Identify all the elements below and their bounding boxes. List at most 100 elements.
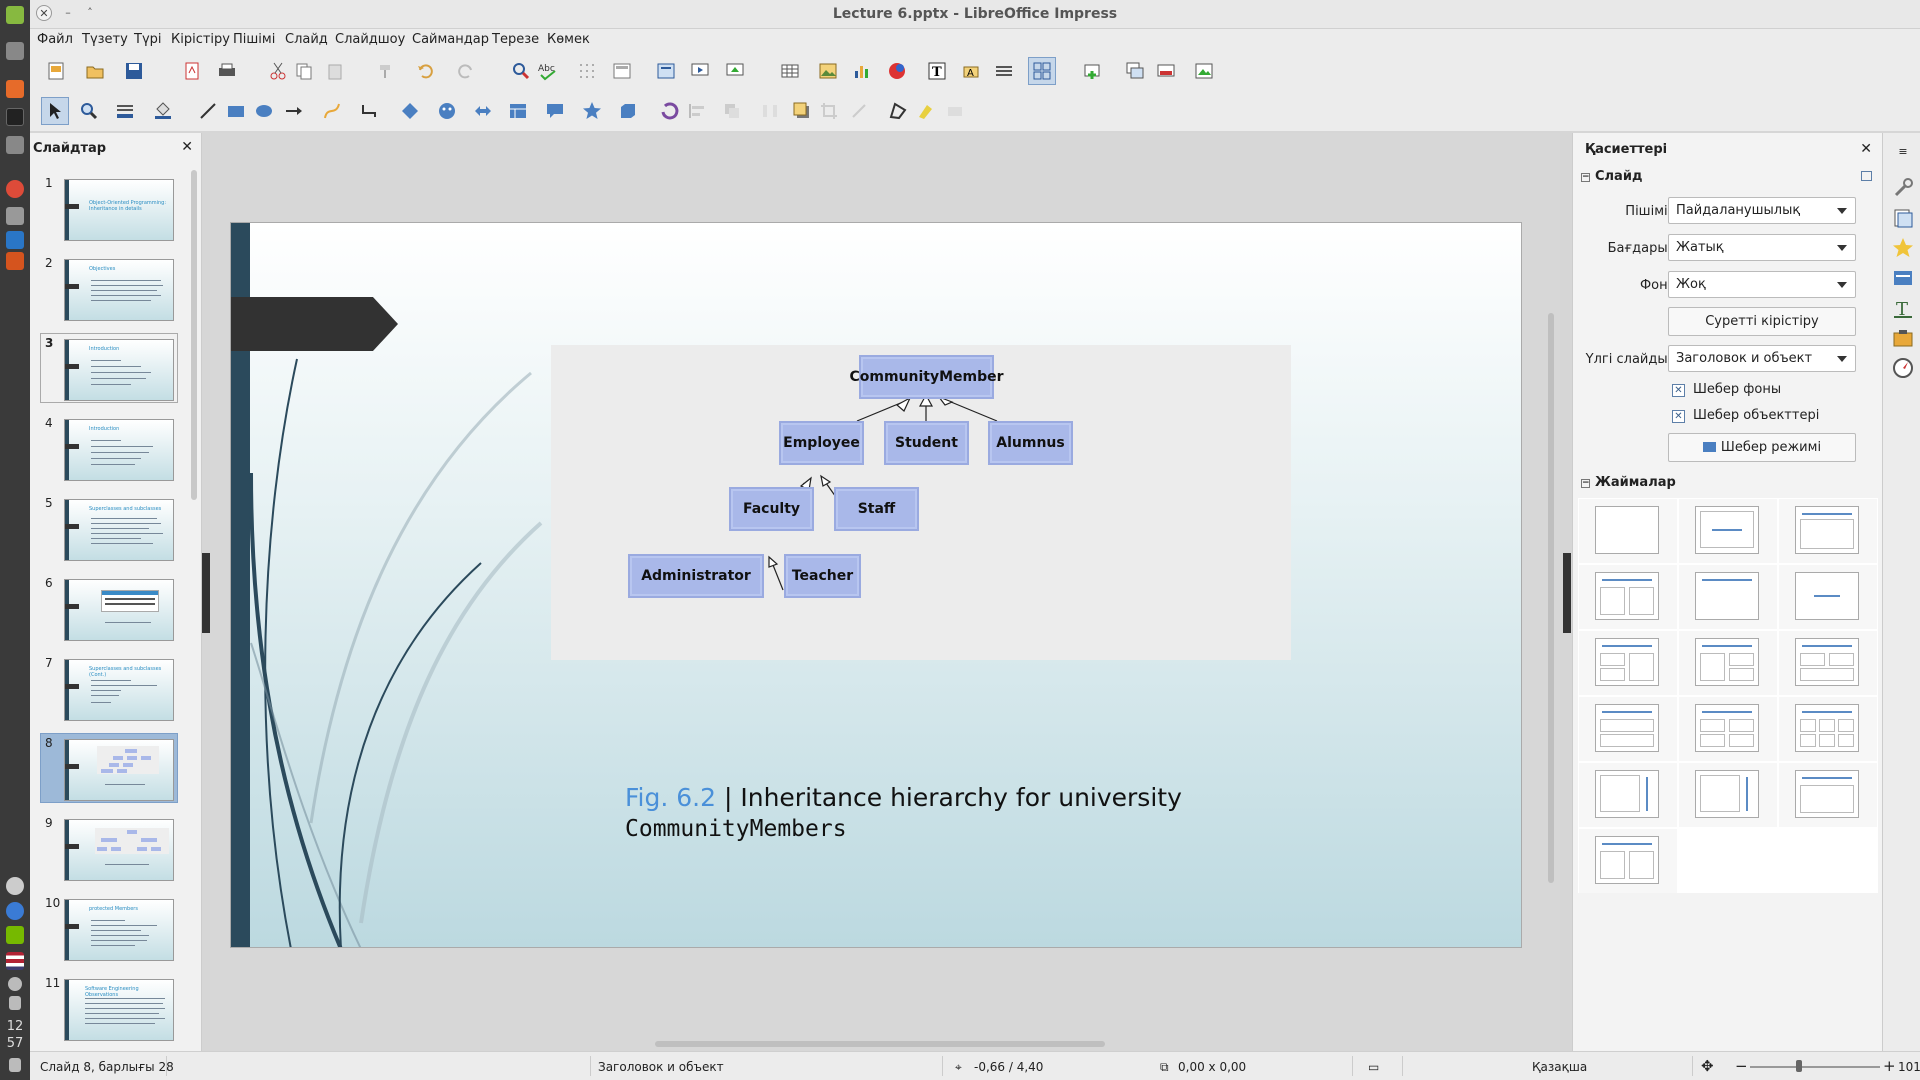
save-icon[interactable] — [122, 59, 146, 83]
master-objects-checkbox[interactable]: ✕ Шебер объекттері — [1672, 408, 1819, 423]
table-icon[interactable] — [778, 59, 802, 83]
slide-caption[interactable]: Fig. 6.2 | Inheritance hierarchy for uni… — [625, 783, 1182, 844]
layout-title-only[interactable] — [1679, 499, 1777, 563]
export-pdf-icon[interactable] — [180, 59, 204, 83]
find-replace-icon[interactable] — [509, 59, 533, 83]
slide-section-header[interactable]: − Слайд — [1581, 169, 1642, 184]
slide-thumbnail-6[interactable]: 6 — [40, 573, 178, 643]
layout-title-2-content-content[interactable] — [1579, 631, 1677, 695]
slide-thumbnail-8[interactable]: 8 — [40, 733, 178, 803]
slide-thumbnail-1[interactable]: 1 Object-Oriented Programming: Inheritan… — [40, 173, 178, 243]
orientation-select[interactable]: Жатық — [1668, 234, 1856, 261]
terminal-icon[interactable] — [6, 108, 24, 126]
custom-animation-icon[interactable] — [1892, 237, 1914, 259]
background-select[interactable]: Жоқ — [1668, 271, 1856, 298]
menu-slideshow[interactable]: Слайдшоу — [335, 32, 405, 47]
layout-title-vertical-text[interactable] — [1779, 763, 1877, 827]
firefox-icon[interactable] — [6, 80, 24, 98]
duplicate-slide-icon[interactable] — [1123, 59, 1147, 83]
bluetooth-icon[interactable] — [6, 902, 24, 920]
chrome-icon[interactable] — [6, 180, 24, 198]
menu-help[interactable]: Көмек — [547, 32, 590, 47]
clone-formatting-icon[interactable] — [373, 59, 397, 83]
toggle-extrusion-icon[interactable] — [943, 99, 967, 123]
navigator-icon[interactable] — [992, 59, 1016, 83]
insert-image-button[interactable]: Суретті кірістіру — [1668, 307, 1856, 336]
master-mode-button[interactable]: Шебер режимі — [1668, 433, 1856, 462]
layout-title-4-content[interactable] — [1679, 697, 1777, 761]
slide-thumbnail-3[interactable]: 3 Introduction — [40, 333, 178, 403]
close-icon[interactable]: ✕ — [181, 139, 193, 155]
insert-image-icon[interactable] — [816, 59, 840, 83]
battery-icon[interactable] — [9, 996, 21, 1010]
menu-view[interactable]: Түрі — [134, 32, 162, 47]
diagram-node-communitymember[interactable]: CommunityMember — [849, 355, 1004, 399]
block-arrows-icon[interactable] — [471, 99, 495, 123]
status-zoom[interactable]: 101% — [1898, 1060, 1920, 1074]
fill-color-icon[interactable] — [151, 99, 175, 123]
slide-thumbnail-2[interactable]: 2 Objectives — [40, 253, 178, 323]
layout-vertical-title-text-chart[interactable] — [1679, 763, 1777, 827]
basic-shapes-icon[interactable] — [398, 99, 422, 123]
layout-vertical-title-text[interactable] — [1579, 763, 1677, 827]
shadow-icon[interactable] — [790, 99, 814, 123]
layout-title-2-content[interactable] — [1579, 565, 1677, 629]
mint-menu-icon[interactable] — [6, 6, 24, 24]
delete-slide-icon[interactable] — [1154, 59, 1178, 83]
layout-title-vertical-2-text[interactable] — [1579, 829, 1677, 893]
canvas-horizontal-scrollbar[interactable] — [655, 1041, 1105, 1047]
diagram-node-faculty[interactable]: Faculty — [729, 487, 814, 531]
curve-icon[interactable] — [320, 99, 344, 123]
slide-thumbnail-4[interactable]: 4 Introduction — [40, 413, 178, 483]
grid-icon[interactable] — [575, 59, 599, 83]
shield-icon[interactable] — [6, 877, 24, 895]
slides-scrollbar[interactable] — [191, 170, 197, 500]
rotate-icon[interactable] — [658, 99, 682, 123]
stars-icon[interactable] — [580, 99, 604, 123]
slide-transition-icon[interactable] — [1892, 267, 1914, 289]
diagram-node-employee[interactable]: Employee — [779, 421, 864, 465]
select-icon[interactable] — [41, 97, 69, 125]
desktop-icon[interactable] — [6, 42, 24, 60]
menu-insert[interactable]: Кірістіру — [171, 32, 230, 47]
cut-icon[interactable] — [266, 59, 290, 83]
zoom-out-icon[interactable]: − — [1735, 1057, 1748, 1075]
menu-slide[interactable]: Слайд — [285, 32, 328, 47]
master-background-checkbox[interactable]: ✕ Шебер фоны — [1672, 382, 1781, 397]
layout-centered-text[interactable] — [1779, 565, 1877, 629]
symbol-shapes-icon[interactable] — [435, 99, 459, 123]
layout-title-content-2-content[interactable] — [1679, 631, 1777, 695]
sidebar-splitter[interactable] — [1563, 553, 1571, 633]
menu-edit[interactable]: Түзету — [82, 32, 128, 47]
volume-icon[interactable] — [9, 1058, 21, 1072]
slide[interactable]: CommunityMember Employee Student Alumnus… — [230, 222, 1522, 948]
ellipse-icon[interactable] — [252, 99, 276, 123]
new-document-icon[interactable] — [44, 59, 68, 83]
diagram-node-student[interactable]: Student — [884, 421, 969, 465]
diagram-node-administrator[interactable]: Administrator — [628, 554, 764, 598]
layout-blank[interactable] — [1579, 499, 1677, 563]
sidebar-menu-icon[interactable]: ≡ — [1892, 145, 1914, 167]
menu-file[interactable]: Файл — [37, 32, 73, 47]
wifi-icon[interactable] — [8, 977, 22, 991]
menu-tools[interactable]: Саймандар — [412, 32, 489, 47]
filter-icon[interactable] — [847, 99, 871, 123]
fontwork-icon[interactable]: A — [959, 59, 983, 83]
writer-icon[interactable] — [6, 231, 24, 249]
layout-title-6-content[interactable] — [1779, 697, 1877, 761]
zoom-pan-icon[interactable] — [77, 99, 101, 123]
points-icon[interactable] — [886, 99, 910, 123]
callout-icon[interactable] — [543, 99, 567, 123]
copy-icon[interactable] — [292, 59, 316, 83]
flowchart-icon[interactable] — [506, 99, 530, 123]
paste-icon[interactable] — [323, 59, 347, 83]
slide-thumbnail-10[interactable]: 10 protected Members — [40, 893, 178, 963]
slide-thumbnail-7[interactable]: 7 Superclasses and subclasses (Cont.) — [40, 653, 178, 723]
format-select[interactable]: Пайдаланушылық — [1668, 197, 1856, 224]
insert-media-icon[interactable] — [885, 59, 909, 83]
folder-icon[interactable] — [6, 207, 24, 225]
rectangle-icon[interactable] — [224, 99, 248, 123]
slides-pane-splitter[interactable] — [202, 553, 210, 633]
diagram-node-alumnus[interactable]: Alumnus — [988, 421, 1073, 465]
spelling-icon[interactable]: Abc — [536, 59, 560, 83]
